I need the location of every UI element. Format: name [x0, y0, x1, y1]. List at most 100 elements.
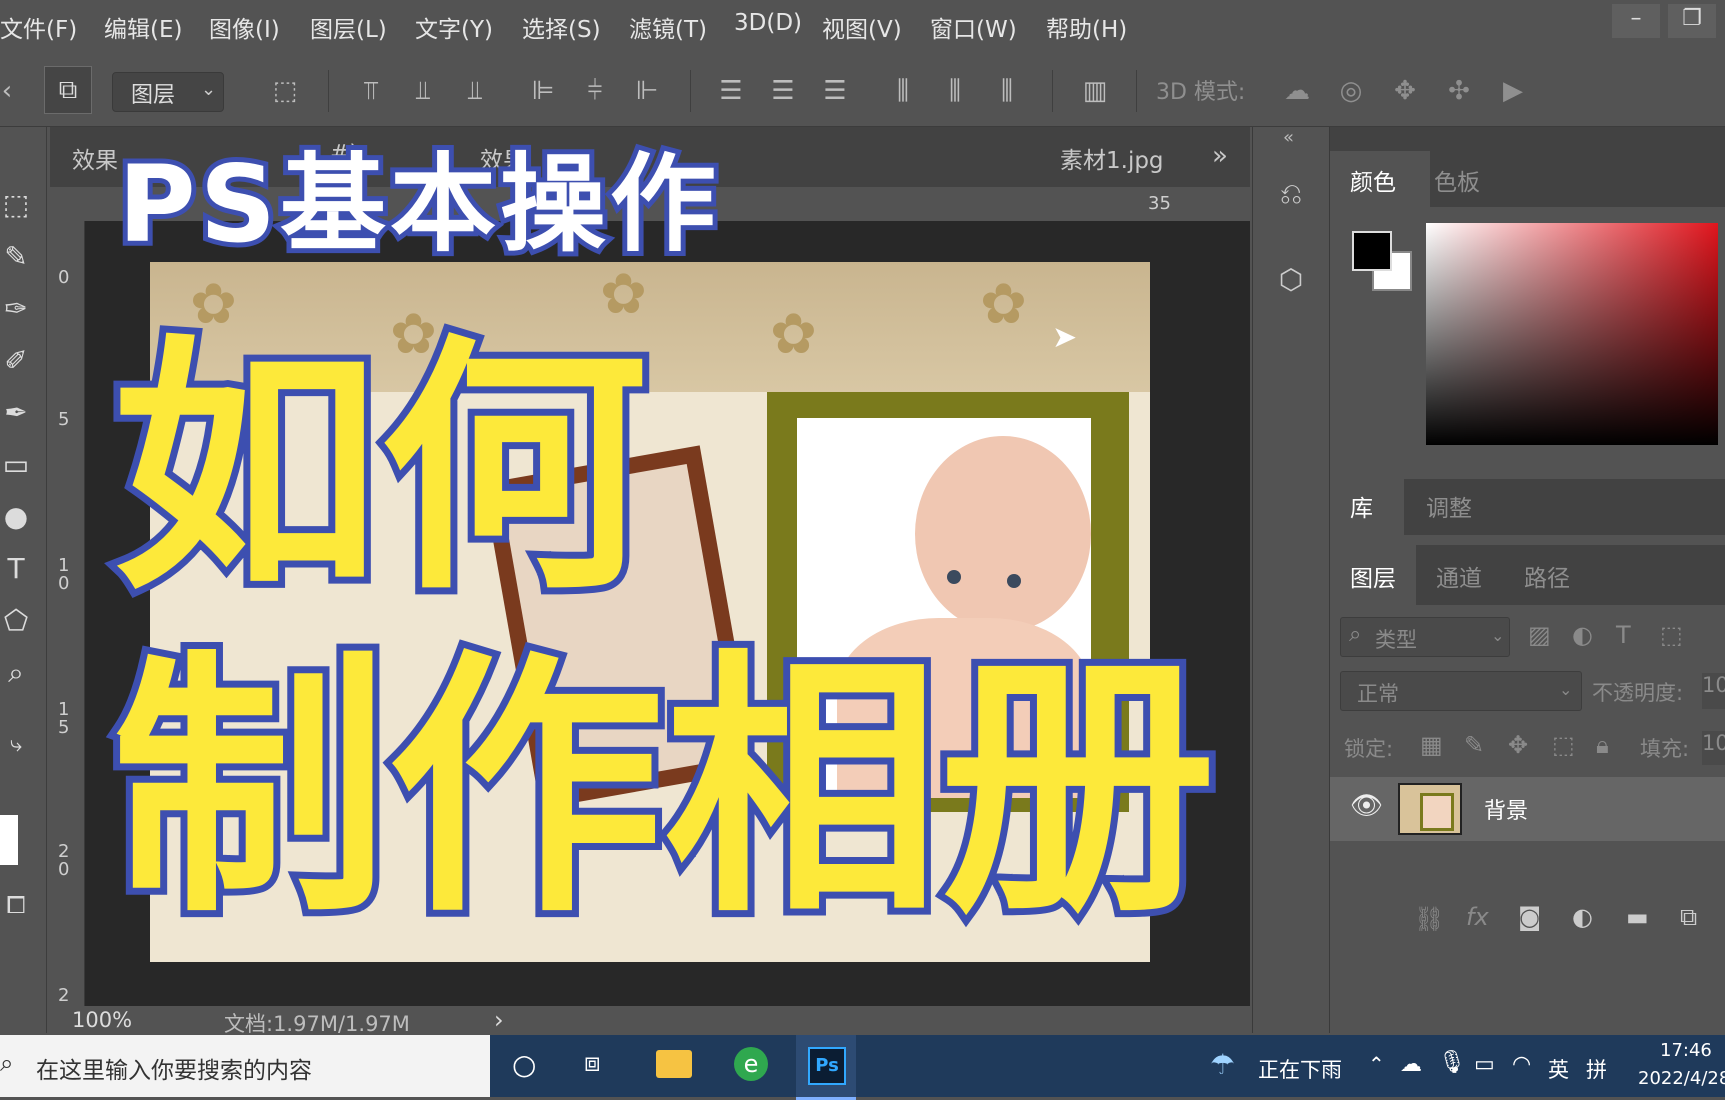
menu-3d[interactable]: 3D(D): [734, 10, 802, 36]
distribute-vcenter-icon[interactable]: ☰: [768, 76, 798, 106]
task-view-icon[interactable]: ⧈: [584, 1048, 601, 1079]
type-tool-icon[interactable]: T: [0, 551, 32, 587]
lock-position-icon[interactable]: ✥: [1508, 731, 1528, 759]
3d-roll-icon[interactable]: ◎: [1336, 76, 1366, 106]
zoom-level[interactable]: 100%: [72, 1008, 132, 1032]
menu-window[interactable]: 窗口(W): [930, 10, 1017, 44]
menu-help[interactable]: 帮助(H): [1046, 10, 1127, 44]
swap-colors-icon[interactable]: ⤷: [0, 727, 32, 763]
quick-select-tool-icon[interactable]: ✎: [0, 239, 32, 275]
layer-name[interactable]: 背景: [1484, 793, 1528, 825]
lock-image-icon[interactable]: ✎: [1464, 731, 1484, 759]
history-brush-tool-icon[interactable]: ✒: [0, 395, 32, 431]
minimize-button[interactable]: –: [1612, 4, 1660, 38]
3d-orbit-icon[interactable]: ☁: [1282, 76, 1312, 106]
zoom-tool-icon[interactable]: ⌕: [0, 655, 32, 691]
chevron-up-icon[interactable]: ⌃: [1368, 1052, 1385, 1076]
weather-text[interactable]: 正在下雨: [1258, 1054, 1342, 1084]
gradient-tool-icon[interactable]: ▭: [0, 447, 32, 483]
menu-filter[interactable]: 滤镜(T): [629, 10, 707, 44]
foreground-color-swatch[interactable]: [1352, 231, 1392, 271]
link-layers-icon[interactable]: ⛓: [1414, 905, 1444, 933]
microphone-icon[interactable]: 🎙︎: [1438, 1050, 1466, 1075]
tab-material-1[interactable]: 素材1.jpg: [1060, 141, 1164, 175]
align-top-icon[interactable]: ⫪: [356, 76, 386, 106]
chevron-left-icon[interactable]: ‹: [0, 76, 14, 106]
distribute-left-icon[interactable]: ⫼: [888, 76, 918, 106]
cloud-icon[interactable]: ☁: [1400, 1052, 1422, 1077]
tab-swatches[interactable]: 色板: [1434, 163, 1480, 197]
auto-select-dropdown[interactable]: 图层 ⌄: [112, 72, 224, 112]
shape-tool-icon[interactable]: ⬠: [0, 603, 32, 639]
adjustment-layer-icon[interactable]: ◐: [1572, 903, 1593, 931]
align-bottom-icon[interactable]: ⫫: [460, 76, 490, 106]
add-mask-icon[interactable]: ◙: [1518, 903, 1541, 931]
tab-color[interactable]: 颜色: [1330, 151, 1430, 207]
3d-slide-icon[interactable]: ✣: [1444, 76, 1474, 106]
filter-image-icon[interactable]: ▨: [1528, 621, 1551, 649]
tab-library[interactable]: 库: [1330, 479, 1404, 535]
menu-layer[interactable]: 图层(L): [310, 10, 387, 44]
fx-icon[interactable]: fx: [1466, 903, 1489, 931]
auto-align-icon[interactable]: ▥: [1080, 76, 1110, 106]
ime-language[interactable]: 英: [1548, 1054, 1569, 1084]
cortana-icon[interactable]: ○: [512, 1048, 536, 1081]
3d-panel-icon[interactable]: ⬡: [1273, 263, 1309, 299]
filter-shape-icon[interactable]: ⬚: [1660, 621, 1683, 649]
blend-mode-dropdown[interactable]: 正常 ⌄: [1340, 671, 1582, 711]
3d-pan-icon[interactable]: ✥: [1390, 76, 1420, 106]
new-layer-icon[interactable]: ⧉: [1680, 903, 1697, 931]
align-vcenter-icon[interactable]: ⫫: [408, 76, 438, 106]
menu-view[interactable]: 视图(V): [822, 10, 902, 44]
menu-file[interactable]: 文件(F): [0, 10, 77, 44]
menu-edit[interactable]: 编辑(E): [104, 10, 182, 44]
dodge-tool-icon[interactable]: ●: [0, 499, 32, 535]
folder-icon[interactable]: ▬: [1626, 903, 1649, 931]
opacity-field[interactable]: 10: [1702, 673, 1725, 709]
distribute-bottom-icon[interactable]: ☰: [820, 76, 850, 106]
move-tool-icon[interactable]: ⧉: [44, 66, 92, 114]
filter-adjustment-icon[interactable]: ◐: [1572, 621, 1593, 649]
file-explorer-icon[interactable]: [656, 1050, 692, 1078]
ime-mode[interactable]: 拼: [1586, 1054, 1607, 1084]
lock-pixels-icon[interactable]: ▦: [1420, 731, 1443, 759]
brush-tool-icon[interactable]: ✐: [0, 343, 32, 379]
tab-channels[interactable]: 通道: [1436, 559, 1482, 593]
fill-field[interactable]: 10: [1702, 731, 1725, 765]
align-right-icon[interactable]: ⊩: [632, 76, 662, 106]
tab-paths[interactable]: 路径: [1524, 559, 1570, 593]
taskbar-search-box[interactable]: ⌕ 在这里输入你要搜索的内容: [0, 1035, 490, 1097]
restore-button[interactable]: ❐: [1668, 4, 1716, 38]
menu-type[interactable]: 文字(Y): [415, 10, 493, 44]
layer-filter-dropdown[interactable]: ⌕ 类型 ⌄: [1340, 617, 1510, 657]
battery-icon[interactable]: ▭: [1474, 1052, 1495, 1077]
distribute-hcenter-icon[interactable]: ⫼: [940, 76, 970, 106]
distribute-right-icon[interactable]: ⫼: [992, 76, 1022, 106]
wifi-icon[interactable]: ◠: [1512, 1052, 1531, 1077]
filter-type-icon[interactable]: T: [1616, 621, 1631, 649]
layer-row[interactable]: 👁︎ 背景: [1330, 777, 1725, 841]
color-picker-field[interactable]: [1426, 223, 1718, 445]
clock-time[interactable]: 17:46: [1660, 1040, 1712, 1061]
collapse-dock-icon[interactable]: «: [1283, 127, 1294, 148]
lock-all-icon[interactable]: 🔒︎: [1596, 731, 1609, 759]
tab-layers[interactable]: 图层: [1330, 545, 1416, 605]
distribute-top-icon[interactable]: ☰: [716, 76, 746, 106]
taskbar-photoshop-button[interactable]: Ps: [796, 1035, 856, 1100]
menu-select[interactable]: 选择(S): [522, 10, 601, 44]
screen-mode-icon[interactable]: ⧠: [0, 887, 32, 923]
status-menu-arrow-icon[interactable]: ›: [494, 1006, 504, 1034]
marquee-tool-icon[interactable]: ⬚: [0, 187, 32, 223]
tab-adjustments[interactable]: 调整: [1426, 489, 1472, 523]
align-hcenter-icon[interactable]: ⫩: [580, 76, 610, 106]
background-color-swatch[interactable]: [0, 815, 18, 865]
browser-icon[interactable]: e: [734, 1047, 768, 1081]
eyedropper-tool-icon[interactable]: ✑: [0, 291, 32, 327]
align-left-icon[interactable]: ⊫: [528, 76, 558, 106]
lock-artboard-icon[interactable]: ⬚: [1552, 731, 1575, 759]
3d-camera-icon[interactable]: ▶: [1498, 76, 1528, 106]
tab-effect-1[interactable]: 效果: [72, 141, 118, 175]
transform-controls-icon[interactable]: ⬚: [270, 76, 300, 106]
more-tabs-icon[interactable]: »: [1212, 141, 1228, 171]
clock-date[interactable]: 2022/4/28: [1638, 1068, 1725, 1089]
